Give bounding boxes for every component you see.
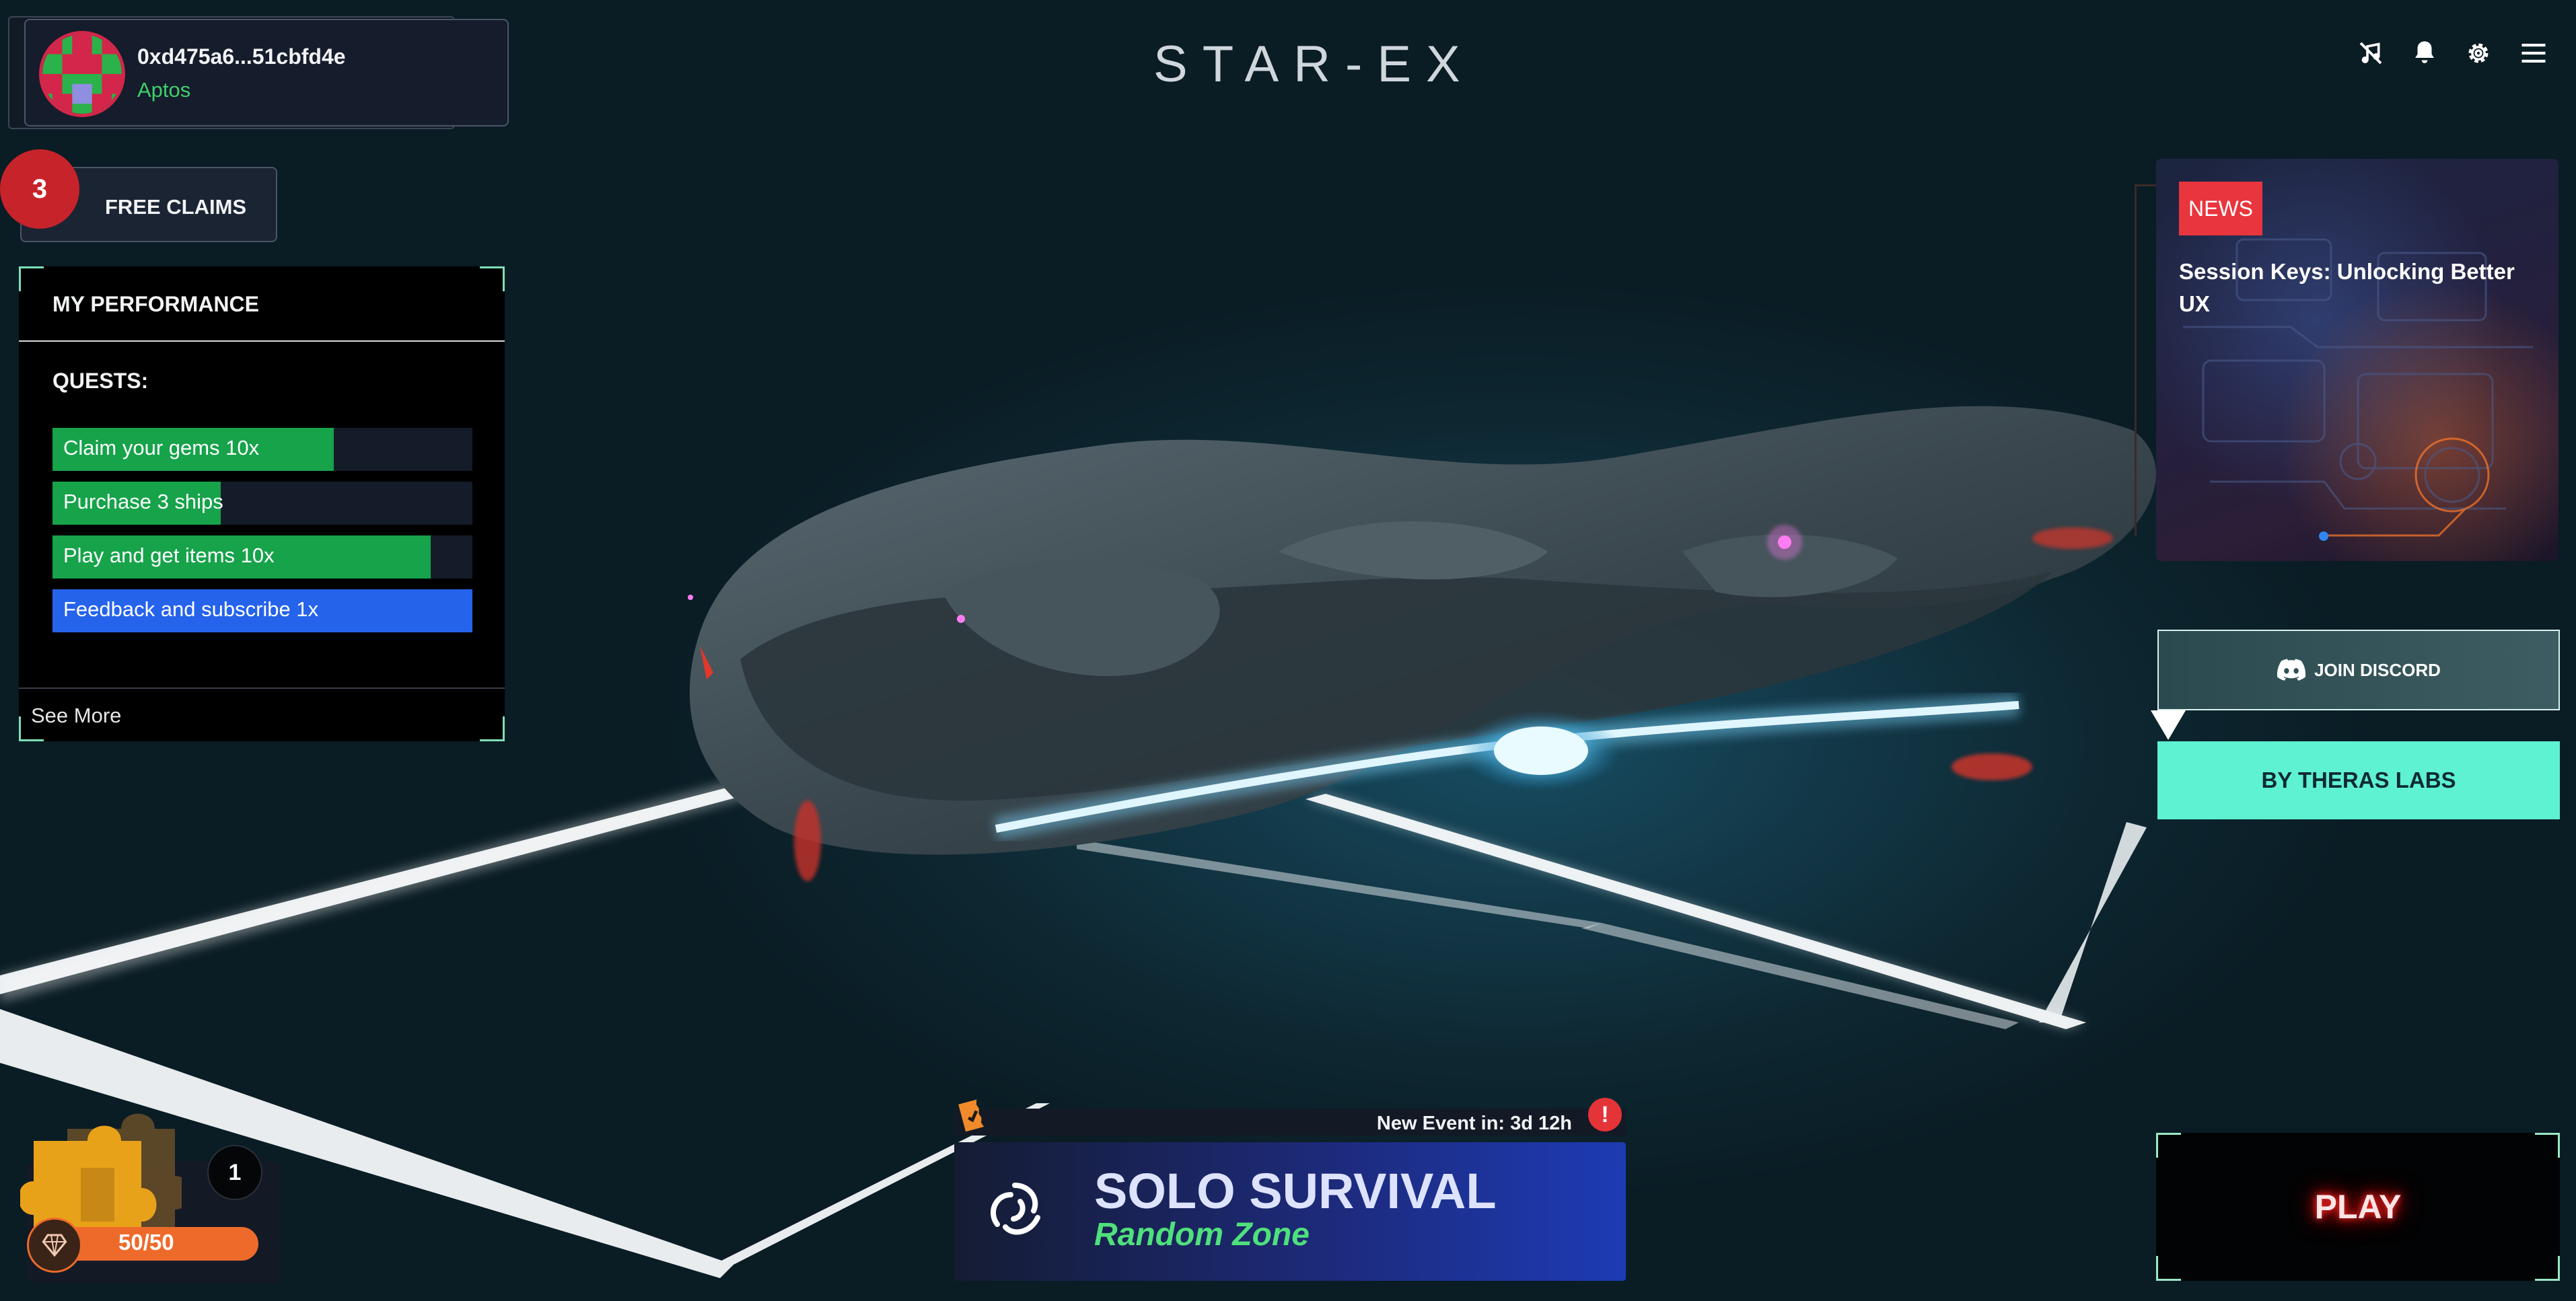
game-mode-card[interactable]: SOLO SURVIVAL Random Zone [954,1142,1626,1281]
performance-title: MY PERFORMANCE [52,292,259,316]
event-countdown: New Event in: 3d 12h [1376,1113,1572,1134]
quest-label: Feedback and subscribe 1x [63,597,319,621]
wallet-network: Aptos [137,78,191,102]
see-more-link[interactable]: See More [31,704,121,728]
play-button[interactable]: PLAY [2156,1133,2560,1281]
quest-item[interactable]: Purchase 3 ships [52,482,472,525]
discord-icon [2277,659,2306,681]
quest-label: Play and get items 10x [63,544,275,567]
pointer-arrow [2151,710,2186,740]
panel-corner [2156,1133,2181,1158]
theras-labs-button[interactable]: BY THERAS LABS [2157,741,2560,819]
panel-corner [19,266,44,291]
game-title: STAR-EX [1153,36,1475,93]
carousel-dot[interactable] [2319,531,2328,541]
panel-corner [2535,1256,2560,1281]
quest-item[interactable]: Claim your gems 10x [52,428,472,471]
performance-panel: MY PERFORMANCE QUESTS: Claim your gems 1… [19,266,505,741]
panel-corner [480,266,505,291]
play-label: PLAY [2314,1188,2402,1226]
panel-corner [480,716,505,741]
game-mode-zone: Random Zone [1094,1217,1310,1253]
gem-icon [27,1218,82,1273]
news-card[interactable]: NEWS Session Keys: Unlocking Better UX [2156,159,2559,561]
ship-model [688,406,2156,881]
theras-labs-label: BY THERAS LABS [2261,768,2456,792]
gear-icon[interactable] [2462,36,2495,70]
panel-corner [2535,1133,2560,1158]
avatar[interactable] [39,31,125,117]
mute-icon[interactable] [2354,36,2388,70]
news-title: Session Keys: Unlocking Better UX [2179,259,2515,316]
quests-label: QUESTS: [52,369,149,393]
event-alert-badge[interactable]: ! [1588,1098,1622,1131]
divider [19,340,505,342]
quest-label: Purchase 3 ships [63,490,223,513]
game-screen: 0xd475a6...51cbfd4e Aptos STAR-EX FREE C… [0,0,2576,1301]
wallet-address: 0xd475a6...51cbfd4e [137,44,346,69]
free-claims-count-badge: 3 [0,149,79,229]
ticket-icon[interactable] [954,1098,992,1136]
divider [19,687,505,689]
join-discord-button[interactable]: JOIN DISCORD [2157,630,2560,710]
game-mode-name: SOLO SURVIVAL [1094,1163,1497,1219]
bell-icon[interactable] [2408,36,2441,70]
wallet-card[interactable]: 0xd475a6...51cbfd4e Aptos [24,19,509,126]
quest-item[interactable]: Play and get items 10x [52,535,472,579]
avatar-pattern-icon [42,34,122,114]
join-discord-label: JOIN DISCORD [2314,659,2441,680]
energy-text: 50/50 [118,1230,174,1255]
quest-item[interactable]: Feedback and subscribe 1x [52,589,472,632]
quest-label: Claim your gems 10x [63,436,260,459]
news-badge: NEWS [2179,182,2262,235]
panel-corner [2156,1256,2181,1281]
item-count-badge: 1 [207,1145,262,1200]
swirl-icon [991,1183,1040,1235]
menu-icon[interactable] [2517,36,2550,70]
event-strip: New Event in: 3d 12h [954,1109,1626,1136]
free-claims-label: FREE CLAIMS [105,195,247,219]
